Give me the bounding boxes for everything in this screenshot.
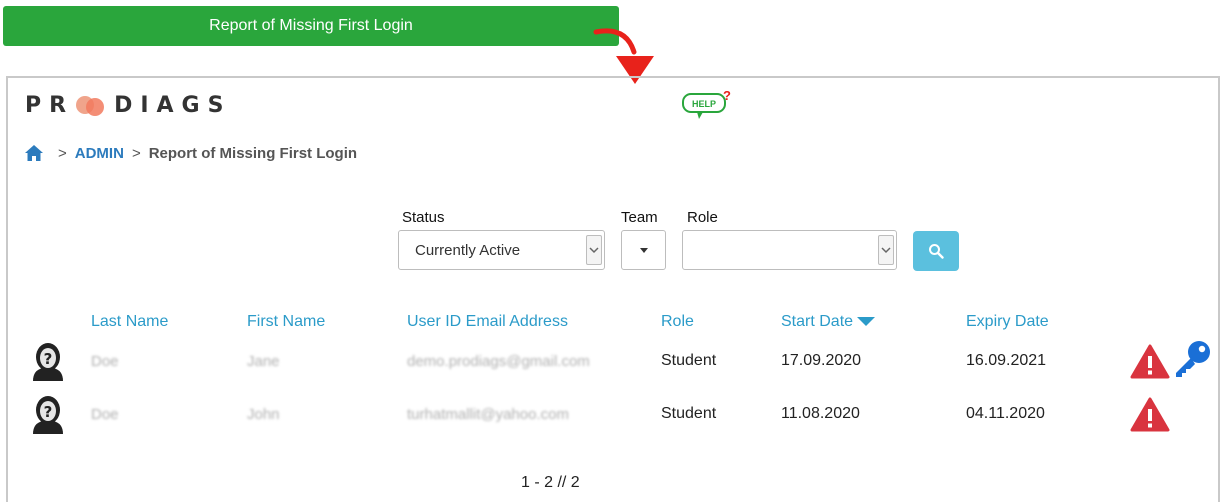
- cell-start-date: 17.09.2020: [781, 352, 862, 369]
- cell-email: demo.prodiags@gmail.com: [407, 353, 590, 370]
- report-banner[interactable]: Report of Missing First Login: [3, 6, 619, 46]
- cell-expiry-date: 16.09.2021: [966, 352, 1047, 369]
- status-select[interactable]: Currently Active: [398, 230, 605, 270]
- column-header-expiry-date[interactable]: Expiry Date: [966, 313, 1049, 331]
- team-filter-label: Team: [621, 209, 658, 226]
- help-question-mark: ?: [723, 88, 731, 103]
- svg-text:?: ?: [44, 403, 53, 421]
- status-filter-label: Status: [402, 209, 445, 226]
- warning-icon[interactable]: [1130, 344, 1170, 380]
- breadcrumb-separator: >: [131, 144, 141, 162]
- logo-text-right: DIAGS: [114, 92, 232, 118]
- cell-last-name: Doe: [91, 353, 119, 370]
- chevron-down-icon: [586, 235, 602, 265]
- column-header-start-date-label: Start Date: [781, 313, 854, 330]
- cell-expiry-date: 04.11.2020: [966, 405, 1045, 422]
- column-header-first-name[interactable]: First Name: [247, 313, 325, 331]
- logo-dots-icon: [74, 92, 108, 118]
- cell-email: turhatmallit@yahoo.com: [407, 406, 569, 423]
- breadcrumb: > ADMIN > Report of Missing First Login: [24, 144, 357, 162]
- column-header-role[interactable]: Role: [661, 313, 694, 331]
- breadcrumb-current: Report of Missing First Login: [148, 144, 358, 162]
- sort-desc-icon: [857, 316, 876, 326]
- help-label: HELP: [692, 99, 716, 109]
- key-icon[interactable]: [1172, 339, 1212, 379]
- search-button[interactable]: [913, 231, 959, 271]
- column-header-start-date[interactable]: Start Date: [781, 313, 876, 331]
- breadcrumb-separator: >: [58, 144, 67, 162]
- caret-down-icon: [639, 247, 648, 253]
- search-icon: [929, 244, 944, 259]
- logo-text-left: PR: [25, 92, 75, 118]
- cell-first-name: John: [247, 406, 280, 423]
- app-frame: [6, 76, 1220, 502]
- user-avatar-icon: ?: [33, 343, 63, 381]
- column-header-email[interactable]: User ID Email Address: [407, 313, 568, 331]
- cell-start-date: 11.08.2020: [781, 405, 860, 422]
- cell-role: Student: [661, 405, 717, 422]
- report-banner-title: Report of Missing First Login: [209, 17, 413, 34]
- chevron-down-icon: [878, 235, 894, 265]
- breadcrumb-admin-link[interactable]: ADMIN: [75, 145, 124, 162]
- cell-first-name: Jane: [247, 353, 280, 370]
- role-filter-label: Role: [687, 209, 718, 226]
- role-select[interactable]: [682, 230, 897, 270]
- cell-last-name: Doe: [91, 406, 119, 423]
- pagination-info: 1 - 2 // 2: [521, 474, 580, 491]
- status-select-value: Currently Active: [415, 241, 521, 259]
- team-select[interactable]: [621, 230, 666, 270]
- column-header-last-name[interactable]: Last Name: [91, 313, 168, 331]
- user-avatar-icon: ?: [33, 396, 63, 434]
- prodiags-logo[interactable]: PR DIAGS: [25, 92, 231, 118]
- home-icon[interactable]: [24, 144, 44, 162]
- warning-icon[interactable]: [1130, 397, 1170, 433]
- help-bubble-icon[interactable]: HELP ?: [681, 88, 735, 122]
- svg-text:?: ?: [44, 350, 53, 368]
- cell-role: Student: [661, 352, 717, 369]
